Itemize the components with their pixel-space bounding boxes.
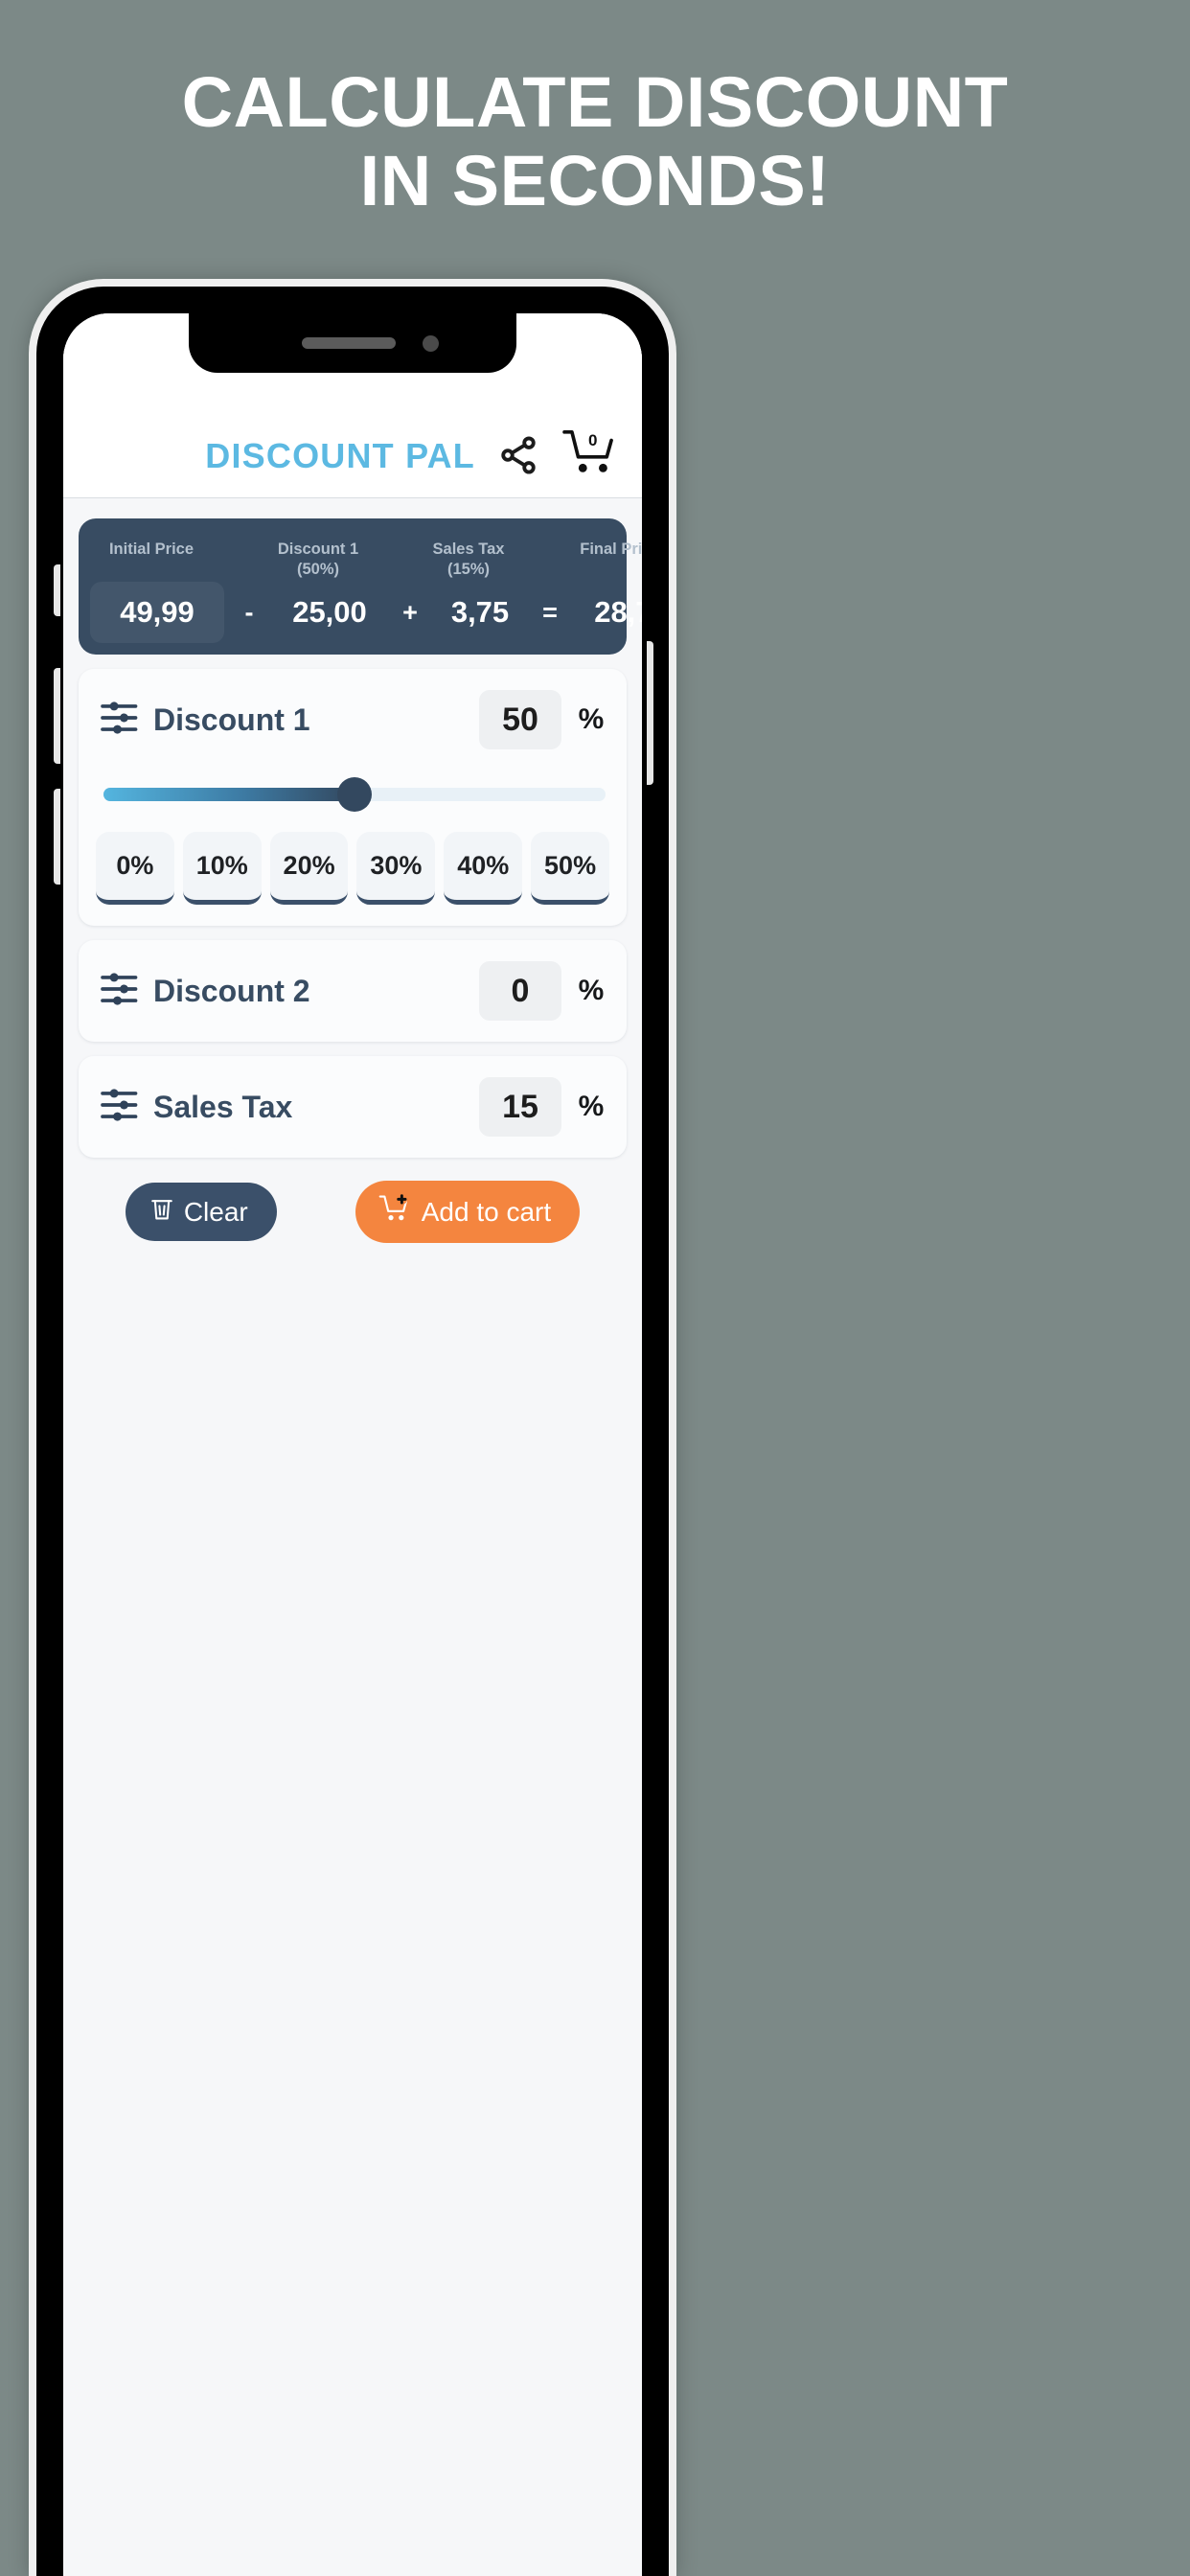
- phone-notch: [189, 313, 516, 373]
- clear-button-label: Clear: [183, 1196, 248, 1227]
- headline-line-1: CALCULATE DISCOUNT: [181, 62, 1009, 142]
- cart-icon[interactable]: 0: [561, 428, 617, 476]
- app-container: DISCOUNT PAL 0 Initial Price Discount 1 …: [63, 313, 642, 2576]
- preset-button-30[interactable]: 30%: [356, 832, 436, 905]
- share-icon[interactable]: [496, 434, 540, 476]
- operator-minus: -: [244, 597, 254, 627]
- discount-1-label: Discount 1: [153, 702, 310, 737]
- trash-icon: [150, 1196, 173, 1228]
- discount-2-header: Discount 2 0 %: [79, 940, 627, 1042]
- initial-price-input[interactable]: 49,99: [90, 582, 224, 643]
- sliders-icon: [100, 1087, 142, 1128]
- sales-tax-label: Sales Tax: [153, 1089, 293, 1124]
- slider-track[interactable]: [103, 777, 606, 812]
- phone-mockup: DISCOUNT PAL 0 Initial Price Discount 1 …: [29, 279, 676, 2576]
- summary-label-discount-1: Discount 1 (50%): [277, 540, 359, 578]
- slider-fill: [103, 788, 355, 801]
- cart-plus-icon: [378, 1193, 411, 1230]
- discount-1-header: Discount 1 50 %: [79, 669, 627, 770]
- summary-panel: Initial Price Discount 1 (50%) Sales Tax…: [79, 518, 642, 655]
- phone-volume-down-button: [54, 789, 60, 885]
- earpiece-speaker: [302, 337, 396, 349]
- discount-1-value-input[interactable]: 50: [479, 690, 561, 749]
- phone-body: DISCOUNT PAL 0 Initial Price Discount 1 …: [36, 287, 669, 2576]
- discount-1-slider[interactable]: [79, 770, 627, 818]
- phone-silent-switch: [54, 564, 60, 616]
- sales-tax-card: Sales Tax 15 %: [79, 1056, 627, 1158]
- sliders-icon: [100, 971, 142, 1012]
- preset-button-40[interactable]: 40%: [444, 832, 523, 905]
- add-to-cart-button[interactable]: Add to cart: [355, 1181, 581, 1243]
- operator-plus: +: [402, 597, 418, 627]
- summary-values-row: 49,99 - 25,00 + 3,75 = 28,74: [84, 582, 642, 643]
- front-camera-icon: [423, 335, 439, 352]
- operator-equals: =: [542, 597, 558, 627]
- final-price-amount: 28,74: [594, 595, 642, 629]
- phone-power-button: [647, 641, 653, 785]
- preset-button-10[interactable]: 10%: [182, 832, 262, 905]
- preset-button-0[interactable]: 0%: [96, 832, 174, 905]
- discount-2-percent-sign: %: [578, 975, 605, 1006]
- summary-label-initial-price: Initial Price: [108, 540, 195, 558]
- discount-2-card: Discount 2 0 %: [79, 940, 627, 1042]
- slider-thumb[interactable]: [337, 777, 372, 812]
- summary-label-final-price: Final Price: [580, 540, 642, 558]
- phone-screen: DISCOUNT PAL 0 Initial Price Discount 1 …: [63, 313, 642, 2576]
- phone-volume-up-button: [54, 668, 60, 764]
- sliders-icon: [100, 700, 142, 741]
- discount-2-value-input[interactable]: 0: [479, 961, 561, 1021]
- preset-button-20[interactable]: 20%: [269, 832, 349, 905]
- sales-tax-amount: 3,75: [450, 595, 510, 629]
- cart-count-badge: 0: [588, 431, 598, 449]
- summary-label-sales-tax: Sales Tax (15%): [432, 540, 505, 578]
- discount-1-card: Discount 1 50 % 0% 10% 20% 30% 40% 50%: [79, 669, 627, 926]
- promo-headline: CALCULATE DISCOUNT IN SECONDS!: [0, 63, 1190, 220]
- sales-tax-header: Sales Tax 15 %: [79, 1056, 627, 1158]
- app-title: DISCOUNT PAL: [205, 436, 475, 475]
- clear-button[interactable]: Clear: [125, 1183, 277, 1241]
- discount-1-amount: 25,00: [292, 595, 367, 629]
- sales-tax-percent-sign: %: [578, 1091, 605, 1122]
- discount-1-percent-sign: %: [578, 703, 605, 735]
- discount-2-label: Discount 2: [153, 973, 310, 1008]
- discount-1-preset-buttons: 0% 10% 20% 30% 40% 50%: [79, 818, 627, 926]
- preset-button-50[interactable]: 50%: [531, 832, 609, 905]
- sales-tax-value-input[interactable]: 15: [479, 1077, 561, 1137]
- add-to-cart-label: Add to cart: [421, 1196, 552, 1227]
- action-buttons: Clear Add to cart: [63, 1181, 642, 1243]
- headline-line-2: IN SECONDS!: [359, 141, 831, 220]
- summary-labels-row: Initial Price Discount 1 (50%) Sales Tax…: [84, 540, 642, 580]
